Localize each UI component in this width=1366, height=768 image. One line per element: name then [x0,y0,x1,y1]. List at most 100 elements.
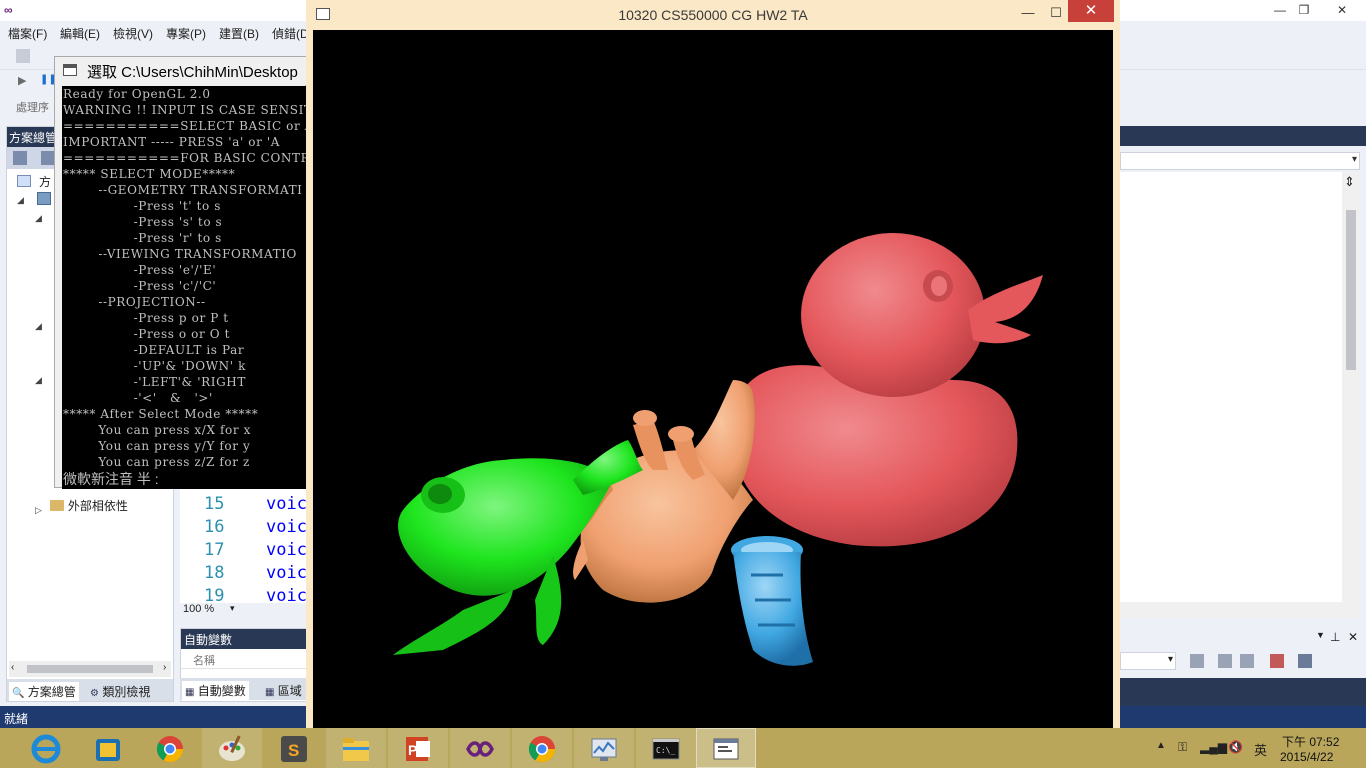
clock-time[interactable]: 下午 07:52 [1282,733,1339,750]
panel-dropdown-icon[interactable]: ▼ [1316,630,1325,640]
tab-class-view[interactable]: ⚙ 類別檢視 [87,682,153,701]
tab-autos-label: 自動變數 [197,684,246,698]
code-line: 16 voic [180,517,310,540]
zoom-level[interactable]: 100 % [183,603,214,615]
performance-monitor-icon [591,738,617,761]
taskbar-performance-monitor[interactable] [574,728,634,768]
continue-icon[interactable]: ▶ [18,74,32,88]
show-hidden-icons-icon[interactable]: ▲ [1156,740,1166,751]
volume-muted-icon[interactable]: 🔇 [1228,740,1243,754]
folder-icon [49,500,64,511]
console-titlebar[interactable]: 選取 C:\Users\ChihMin\Desktop [55,57,307,85]
taskbar-chrome[interactable] [140,728,200,768]
chrome-icon [528,736,556,763]
console-line: -Press 'c'/'C' [63,279,217,293]
menu-view[interactable]: 檢視(V) [113,25,153,42]
gl-close-button[interactable]: ✕ [1068,0,1114,22]
solution-root-label[interactable]: 方 [39,173,51,190]
svg-text:S: S [288,741,299,760]
taskbar-paint[interactable] [202,728,262,768]
right-panel-dropdown[interactable] [1120,152,1360,170]
tab-solution-explorer[interactable]: 🔍 方案總管 [9,682,79,701]
solution-bottom-tabs: 🔍 方案總管 ⚙ 類別檢視 [7,679,173,701]
scene-render [393,233,1043,666]
external-dependencies-item[interactable]: ▷ 外部相依性 [35,497,128,515]
scrollbar-thumb[interactable] [27,665,153,673]
autos-icon: ▦ [185,687,195,698]
zoom-dropdown-icon[interactable]: ▾ [230,603,235,614]
menu-edit[interactable]: 編輯(E) [60,25,100,42]
vs-restore-button[interactable]: ❐ [1288,0,1320,21]
console-output[interactable]: Ready for OpenGL 2.0 WARNING !! INPUT IS… [62,86,307,489]
folder-icon [343,738,369,761]
opengl-window[interactable]: 10320 CS550000 CG HW2 TA — ☐ ✕ [306,0,1120,728]
solution-horizontal-scrollbar[interactable]: ‹ › [9,661,171,677]
collapse-arrow-icon[interactable]: ▷ [35,505,42,515]
signal-strength-icon[interactable]: ▂▄▆ [1200,740,1227,754]
right-horizontal-scrollbar[interactable] [1120,602,1360,618]
tab-class-view-label: 類別檢視 [102,685,151,699]
properties-icon[interactable] [41,151,55,165]
taskbar-command-prompt[interactable]: C:\_ [636,728,696,768]
ime-status: 微軟新注音 半 : [63,471,159,487]
code-line: 18 voic [180,563,310,586]
pause-icon[interactable]: ❚❚ [40,74,57,88]
expand-arrow-icon[interactable]: ◢ [17,195,24,206]
autos-column-name[interactable]: 名稱 [181,651,309,669]
opengl-canvas[interactable] [313,30,1113,728]
right-vertical-scrollbar[interactable] [1342,172,1360,602]
taskbar-file-explorer[interactable] [326,728,386,768]
line-number: 17 [204,540,225,560]
right-panel-footer [1120,678,1366,706]
taskbar-gl-window[interactable] [696,728,756,768]
output-source-combo[interactable] [1120,652,1176,670]
split-window-icon[interactable]: ⇕ [1344,174,1355,190]
scroll-left-icon[interactable]: ‹ [11,662,14,673]
console-window[interactable]: 選取 C:\Users\ChihMin\Desktop Ready for Op… [54,56,307,489]
gl-titlebar[interactable]: 10320 CS550000 CG HW2 TA — ☐ ✕ [306,0,1120,30]
scrollbar-thumb[interactable] [1346,210,1356,370]
find-icon[interactable] [1190,654,1204,668]
taskbar-sublime-text[interactable]: S [264,728,324,768]
right-panel-header [1120,126,1366,146]
tab-locals[interactable]: ▦ 區域 [262,681,305,700]
pin-icon[interactable]: ⊥ [1330,630,1340,644]
code-editor[interactable]: 15 voic 16 voic 17 voic 18 voic 19 voic [180,478,310,606]
scroll-right-icon[interactable]: › [163,662,166,673]
taskbar-file-explorer-blue[interactable] [78,728,138,768]
console-line: ===========FOR BASIC CONTROL=== [63,151,307,165]
menu-file[interactable]: 檔案(F) [8,25,47,42]
sync-icon[interactable] [13,151,27,165]
taskbar-powerpoint[interactable]: P [388,728,448,768]
tab-solution-explorer-label: 方案總管 [27,685,76,699]
prev-icon[interactable] [1218,654,1232,668]
right-panel-content[interactable] [1120,172,1360,602]
tab-autos[interactable]: ▦ 自動變數 [182,681,249,700]
menu-debug[interactable]: 偵錯(D [272,25,309,42]
menu-project[interactable]: 專案(P) [166,25,206,42]
console-app-icon[interactable] [63,64,77,76]
system-tray: ▲ ⚿ ▂▄▆ 🔇 英 下午 07:52 2015/4/22 [1150,728,1366,768]
word-wrap-icon[interactable] [1298,654,1312,668]
menu-build[interactable]: 建置(B) [219,25,259,42]
console-line: --GEOMETRY TRANSFORMATI [63,183,303,197]
chrome-icon [156,736,184,763]
taskbar-visual-studio[interactable] [450,728,510,768]
taskbar-internet-explorer[interactable] [16,728,76,768]
next-icon[interactable] [1240,654,1254,668]
network-share-icon[interactable]: ⚿ [1178,740,1187,755]
expand-arrow-icon[interactable]: ◢ [35,321,42,332]
console-line: ***** After Select Mode ***** [63,407,259,421]
console-title: 選取 C:\Users\ChihMin\Desktop [87,64,298,81]
code-line: 15 voic [180,494,310,517]
ime-indicator[interactable]: 英 [1254,740,1267,759]
panel-close-icon[interactable]: ✕ [1348,630,1358,644]
expand-arrow-icon[interactable]: ◢ [35,213,42,224]
taskbar-chrome-2[interactable] [512,728,572,768]
editor-zoom-bar: 100 % ▾ [180,603,310,619]
expand-arrow-icon[interactable]: ◢ [35,375,42,386]
clear-all-icon[interactable] [1270,654,1284,668]
vs-close-button[interactable]: ✕ [1326,0,1358,21]
new-file-icon[interactable] [16,49,30,63]
clock-date[interactable]: 2015/4/22 [1280,750,1333,764]
